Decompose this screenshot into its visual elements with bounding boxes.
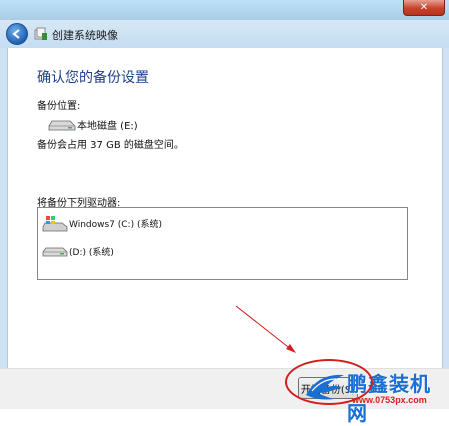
annotation-arrow [235,305,296,353]
watermark-url: www.0753px.com [352,395,427,405]
highlight-ellipse [285,359,373,405]
